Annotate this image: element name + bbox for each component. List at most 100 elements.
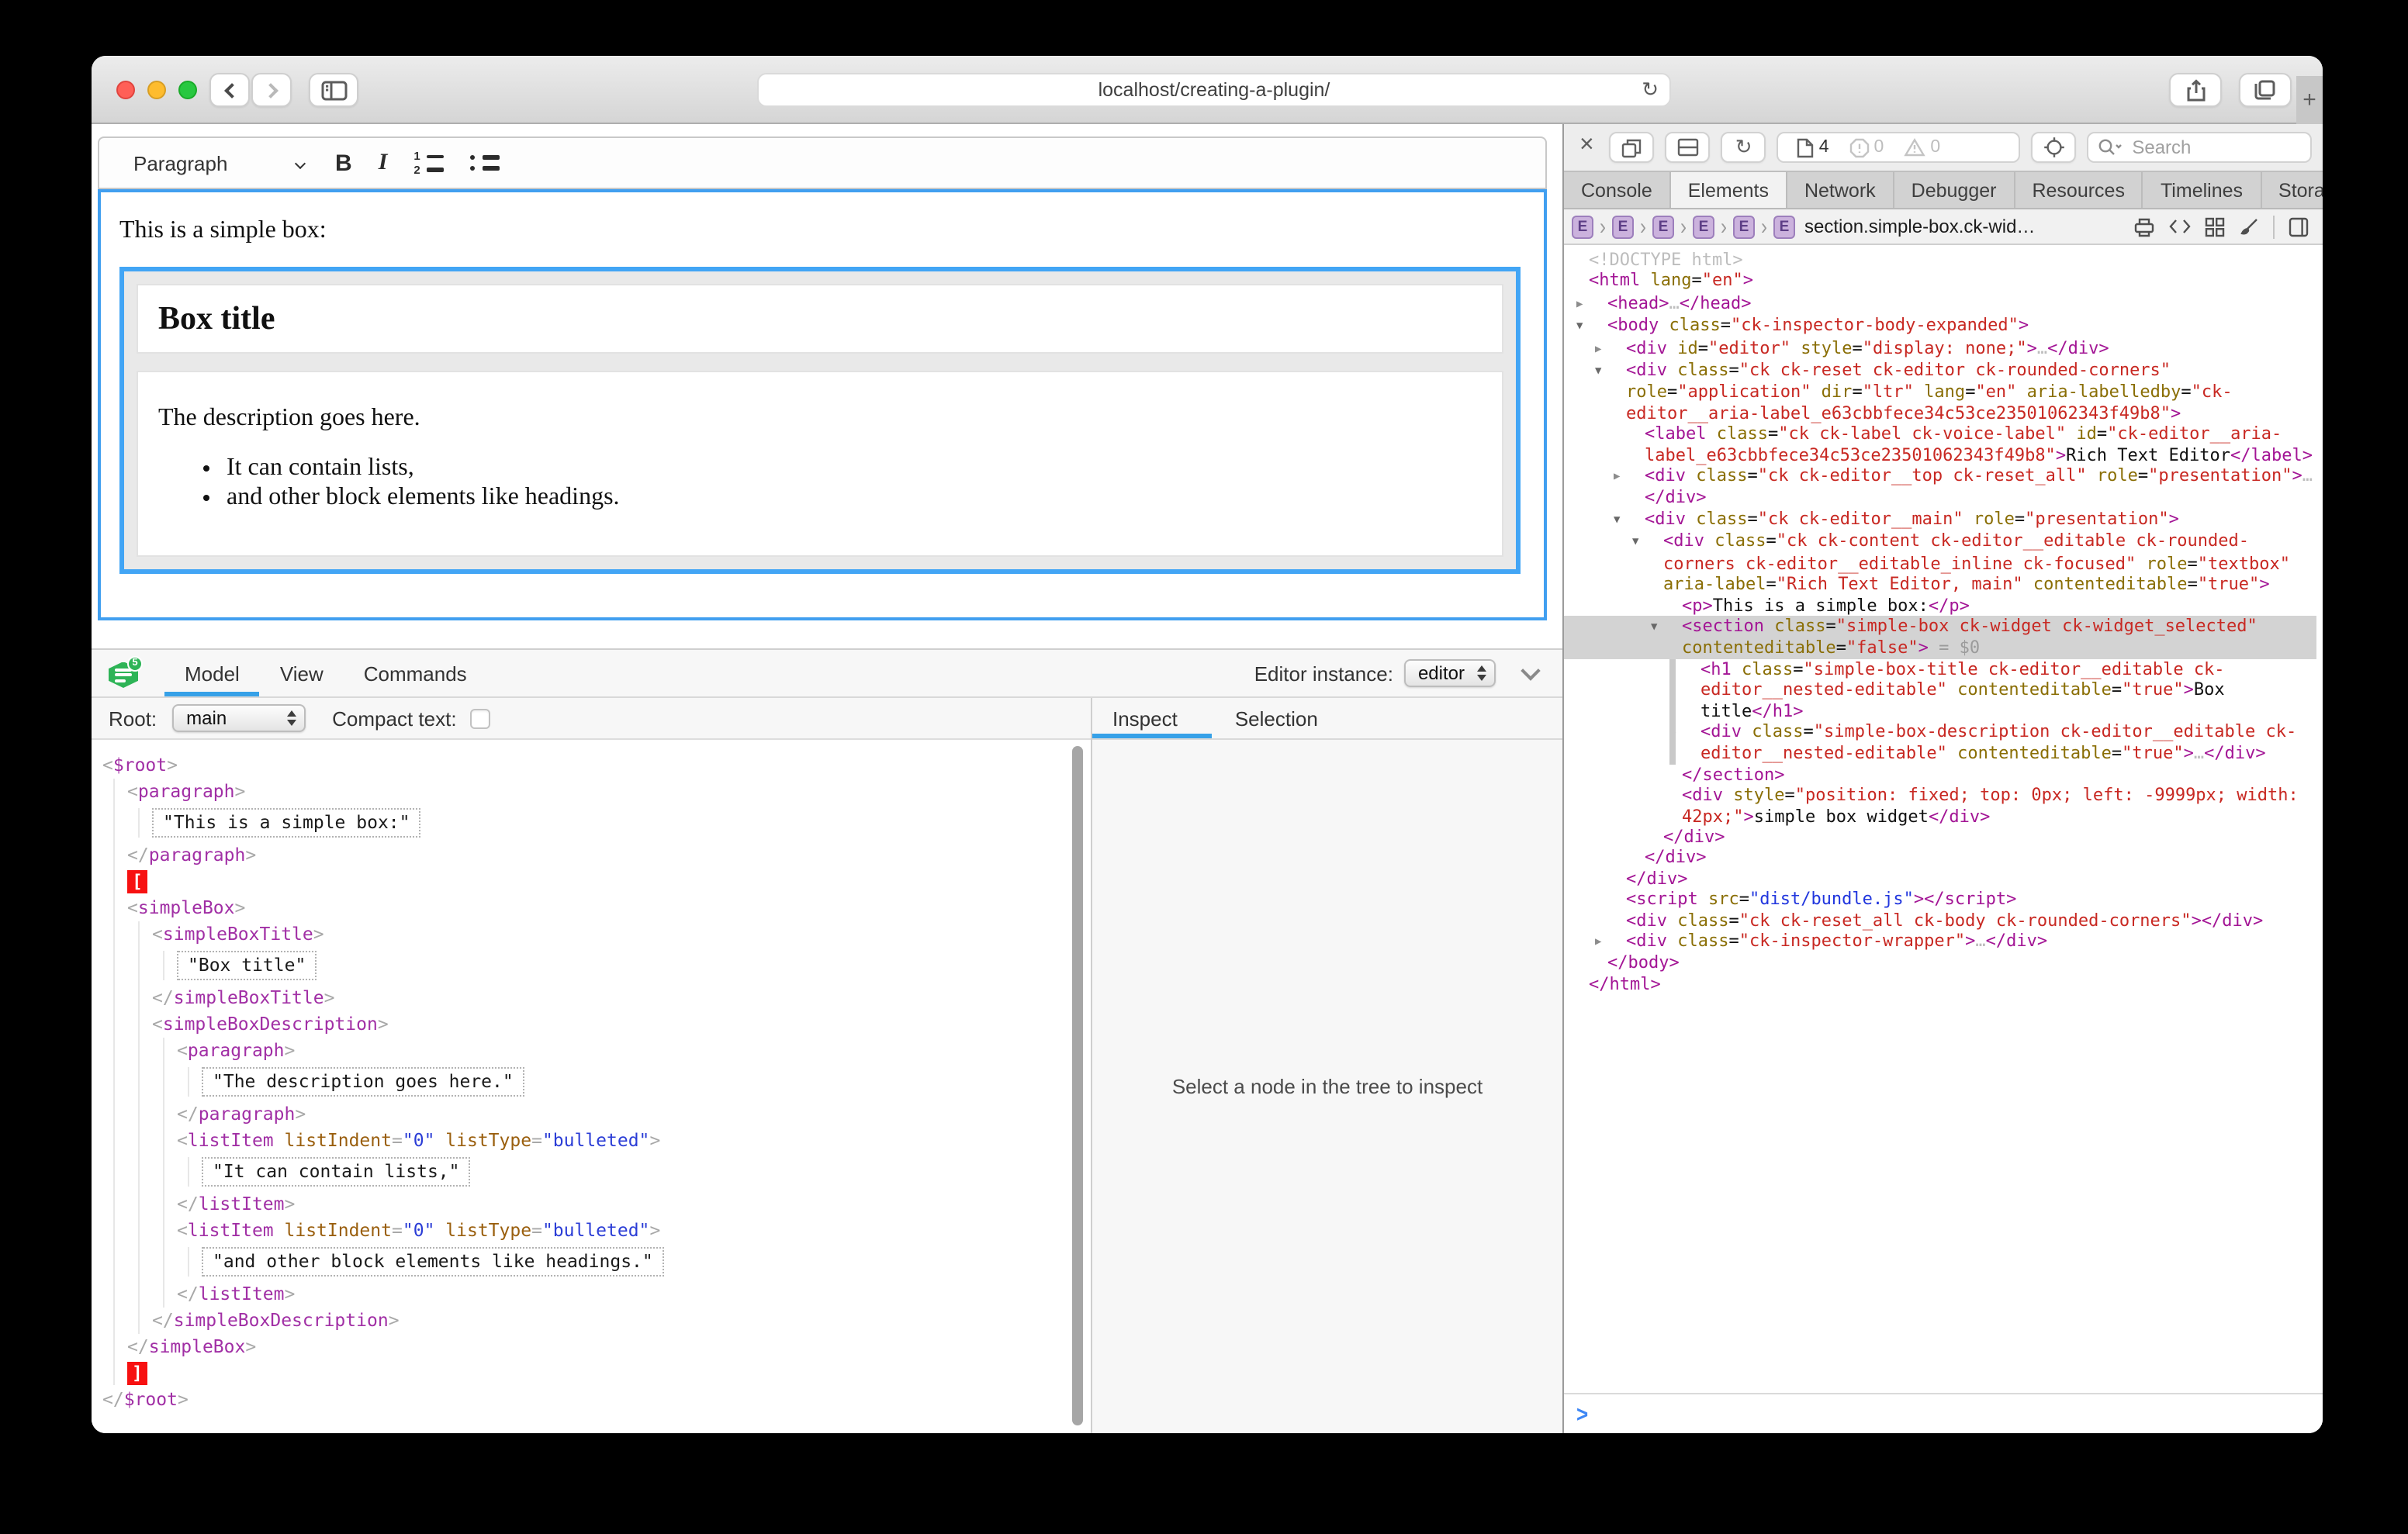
inspector-tab-commands[interactable]: Commands bbox=[344, 650, 487, 696]
model-element-open[interactable]: <paragraph> bbox=[127, 779, 1091, 805]
forward-button[interactable] bbox=[251, 73, 292, 107]
model-element-close[interactable]: </listItem> bbox=[177, 1281, 1091, 1308]
dom-tree-line[interactable]: <h1 class="simple-box-title ck-editor__e… bbox=[1564, 658, 2316, 720]
devtools-tab-storage[interactable]: Storage bbox=[2261, 172, 2323, 208]
inspector-tab-view[interactable]: View bbox=[260, 650, 344, 696]
model-element-open[interactable]: <simpleBoxDescription> bbox=[152, 1011, 1091, 1038]
dom-tree-line[interactable]: <script src="dist/bundle.js"></script> bbox=[1564, 889, 2316, 910]
devtools-tab-elements[interactable]: Elements bbox=[1671, 172, 1787, 208]
minimize-window-button[interactable] bbox=[147, 81, 166, 99]
model-element-close[interactable]: </listItem> bbox=[177, 1191, 1091, 1218]
model-text-node[interactable]: "Box title" bbox=[177, 951, 317, 980]
zoom-window-button[interactable] bbox=[178, 81, 197, 99]
italic-button[interactable]: I bbox=[379, 150, 388, 176]
dom-tree-line[interactable]: ▼<div class="ck ck-reset ck-editor ck-ro… bbox=[1564, 360, 2316, 423]
dom-tree-line[interactable]: <!DOCTYPE html> bbox=[1564, 250, 2316, 271]
dom-tree-line[interactable]: ▶<div class="simple-box-description ck-e… bbox=[1564, 721, 2316, 765]
dom-tree-line[interactable]: ▶<div class="ck-inspector-wrapper">…</di… bbox=[1564, 931, 2316, 953]
model-element-open[interactable]: <simpleBoxTitle> bbox=[152, 921, 1091, 948]
element-badge[interactable]: E bbox=[1693, 215, 1714, 238]
inspector-tab-model[interactable]: Model bbox=[164, 650, 260, 696]
dom-tree-line[interactable]: ▼<section class="simple-box ck-widget ck… bbox=[1564, 616, 2316, 659]
element-badge[interactable]: E bbox=[1733, 215, 1755, 238]
grid-icon[interactable] bbox=[2205, 216, 2225, 237]
heading-dropdown[interactable]: Paragraph bbox=[99, 138, 329, 188]
compact-text-checkbox[interactable] bbox=[471, 708, 491, 728]
simple-box-description[interactable]: The description goes here. It can contai… bbox=[137, 371, 1503, 557]
dom-tree-line[interactable]: <div class="ck ck-reset_all ck-body ck-r… bbox=[1564, 910, 2316, 931]
model-element-open[interactable]: <simpleBox> bbox=[127, 895, 1091, 921]
numbered-list-button[interactable]: 1 2 bbox=[413, 153, 443, 174]
devtools-tab-network[interactable]: Network bbox=[1787, 172, 1894, 208]
sidebar-right-icon[interactable] bbox=[2289, 216, 2309, 237]
model-element-close[interactable]: </paragraph> bbox=[127, 842, 1091, 869]
dom-tree-line[interactable]: <p>This is a simple box:</p> bbox=[1564, 595, 2316, 616]
collapse-inspector-icon[interactable] bbox=[1521, 660, 1540, 679]
dom-tree[interactable]: <!DOCTYPE html>▼<html lang="en">▶<head>…… bbox=[1564, 245, 2323, 1393]
model-element-open[interactable]: <listItem listIndent="0" listType="bulle… bbox=[177, 1218, 1091, 1244]
model-element-open[interactable]: <$root> bbox=[102, 752, 1091, 779]
simple-box-title[interactable]: Box title bbox=[137, 284, 1503, 354]
back-button[interactable] bbox=[209, 73, 250, 107]
dom-tree-line[interactable]: <div style="position: fixed; top: 0px; l… bbox=[1564, 785, 2316, 827]
dock-side-button[interactable] bbox=[1610, 132, 1655, 163]
sidebar-toggle-button[interactable] bbox=[309, 73, 358, 107]
devtools-search[interactable] bbox=[2087, 132, 2312, 163]
close-devtools-button[interactable]: × bbox=[1579, 132, 1594, 160]
reload-page-button[interactable]: ↻ bbox=[1721, 132, 1766, 163]
detail-tab-inspect[interactable]: Inspect bbox=[1092, 698, 1212, 738]
model-element-close[interactable]: </$root> bbox=[102, 1387, 1091, 1413]
model-tree[interactable]: <$root><paragraph> "This is a simple box:… bbox=[92, 740, 1091, 1433]
dom-tree-line[interactable]: ▶<div id="editor" style="display: none;"… bbox=[1564, 337, 2316, 360]
root-select[interactable]: main bbox=[172, 704, 306, 732]
reload-icon[interactable]: ↻ bbox=[1642, 78, 1659, 102]
editable-area[interactable]: This is a simple box: Box title The desc… bbox=[98, 189, 1547, 620]
model-text-node[interactable]: "The description goes here." bbox=[202, 1067, 524, 1097]
element-badge[interactable]: E bbox=[1773, 215, 1795, 238]
dom-tree-line[interactable]: ▶<div class="ck ck-editor__top ck-reset_… bbox=[1564, 465, 2316, 509]
simple-box-widget[interactable]: Box title The description goes here. It … bbox=[119, 267, 1521, 574]
model-element-close[interactable]: </simpleBoxTitle> bbox=[152, 985, 1091, 1011]
dom-tree-line[interactable]: </div> bbox=[1564, 827, 2316, 848]
new-tab-button[interactable]: + bbox=[2296, 76, 2323, 124]
issues-summary[interactable]: 4 0 bbox=[1777, 132, 2021, 163]
search-input[interactable] bbox=[2129, 135, 2301, 160]
quick-console[interactable]: > bbox=[1564, 1393, 2323, 1433]
devtools-tab-console[interactable]: Console bbox=[1564, 172, 1671, 208]
dom-tree-line[interactable]: </div> bbox=[1564, 869, 2316, 890]
close-window-button[interactable] bbox=[116, 81, 135, 99]
editor-instance-select[interactable]: editor bbox=[1404, 659, 1496, 687]
dom-tree-line[interactable]: </body> bbox=[1564, 953, 2316, 974]
intro-paragraph[interactable]: This is a simple box: bbox=[119, 217, 1528, 245]
tab-overview-button[interactable] bbox=[2239, 73, 2292, 107]
model-element-close[interactable]: </simpleBoxDescription> bbox=[152, 1308, 1091, 1334]
bulleted-list-button[interactable] bbox=[469, 155, 499, 171]
detail-tab-selection[interactable]: Selection bbox=[1212, 698, 1341, 738]
bold-button[interactable]: B bbox=[335, 150, 352, 176]
address-bar[interactable]: localhost/creating-a-plugin/ ↻ bbox=[757, 73, 1671, 107]
code-brackets-icon[interactable] bbox=[2169, 219, 2191, 234]
element-badge[interactable]: E bbox=[1652, 215, 1674, 238]
dom-tree-line[interactable]: ▼<html lang="en"> bbox=[1564, 271, 2316, 293]
breadcrumb-current[interactable]: section.simple-box.ck-wid… bbox=[1804, 216, 2035, 237]
dom-tree-line[interactable]: </html> bbox=[1564, 974, 2316, 995]
element-picker-button[interactable] bbox=[2031, 132, 2076, 163]
share-button[interactable] bbox=[2169, 73, 2222, 107]
model-element-close[interactable]: </simpleBox> bbox=[127, 1334, 1091, 1360]
tree-scrollbar[interactable] bbox=[1072, 746, 1083, 1425]
dom-tree-line[interactable]: ▼<div class="ck ck-editor__main" role="p… bbox=[1564, 509, 2316, 531]
dom-tree-line[interactable]: </div> bbox=[1564, 848, 2316, 869]
devtools-tab-timelines[interactable]: Timelines bbox=[2143, 172, 2261, 208]
paintbrush-icon[interactable] bbox=[2239, 216, 2259, 237]
model-text-node[interactable]: "and other block elements like headings.… bbox=[202, 1247, 664, 1277]
model-text-node[interactable]: "It can contain lists," bbox=[202, 1157, 471, 1187]
dom-tree-line[interactable]: ▼<body class="ck-inspector-body-expanded… bbox=[1564, 315, 2316, 337]
dom-tree-line[interactable]: <label class="ck ck-label ck-voice-label… bbox=[1564, 424, 2316, 466]
dock-bottom-button[interactable] bbox=[1666, 132, 1711, 163]
model-text-node[interactable]: "This is a simple box:" bbox=[152, 808, 421, 838]
dom-tree-line[interactable]: ▼<div class="ck ck-content ck-editor__ed… bbox=[1564, 531, 2316, 595]
dom-tree-line[interactable]: ▶<head>…</head> bbox=[1564, 293, 2316, 316]
devtools-tab-resources[interactable]: Resources bbox=[2015, 172, 2143, 208]
model-element-open[interactable]: <listItem listIndent="0" listType="bulle… bbox=[177, 1128, 1091, 1154]
element-badge[interactable]: E bbox=[1612, 215, 1634, 238]
